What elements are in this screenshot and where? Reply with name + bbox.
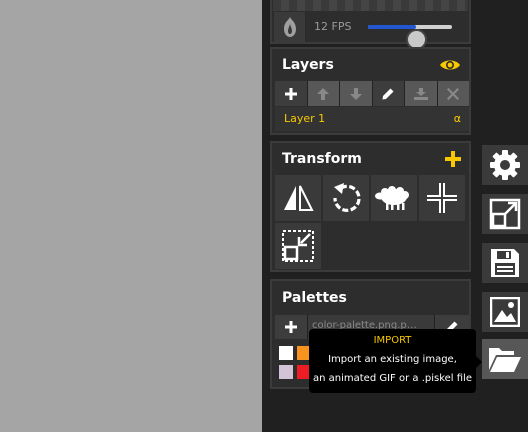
- layers-toolbar: [275, 81, 469, 106]
- import-tooltip: IMPORT Import an existing image, an anim…: [309, 329, 482, 393]
- fps-slider-fill: [368, 25, 416, 29]
- sheep-icon: [375, 186, 409, 210]
- image-icon: [490, 297, 520, 327]
- edit-layer-button[interactable]: [372, 81, 404, 106]
- flip-tool[interactable]: [275, 175, 321, 221]
- folder-open-icon: [489, 348, 521, 372]
- save-button[interactable]: [482, 243, 528, 283]
- tooltip-title: IMPORT: [373, 335, 412, 346]
- plus-icon[interactable]: [445, 151, 461, 167]
- center-tool[interactable]: [419, 175, 465, 221]
- settings-button[interactable]: [482, 145, 528, 185]
- close-icon: [447, 87, 460, 100]
- eye-icon[interactable]: [439, 58, 461, 72]
- resize-button[interactable]: [482, 194, 528, 234]
- arrow-up-icon: [317, 87, 330, 100]
- clone-tool[interactable]: [371, 175, 417, 221]
- onion-skin-button[interactable]: [274, 12, 306, 42]
- move-layer-down-button[interactable]: [340, 81, 372, 106]
- merge-layer-button[interactable]: [405, 81, 437, 106]
- merge-icon: [413, 87, 428, 100]
- preview-canvas: [273, 0, 468, 11]
- plus-icon: [284, 87, 297, 100]
- arrow-down-icon: [349, 87, 362, 100]
- crop-tool[interactable]: [275, 223, 321, 269]
- move-layer-up-button[interactable]: [307, 81, 339, 106]
- transform-title: Transform: [282, 151, 362, 167]
- palettes-title: Palettes: [282, 290, 347, 306]
- flip-icon: [284, 185, 314, 211]
- fps-slider[interactable]: [368, 25, 452, 50]
- rotate-tool[interactable]: [323, 175, 369, 221]
- drawing-canvas-area[interactable]: [0, 0, 262, 432]
- palette-swatch[interactable]: [279, 365, 293, 379]
- center-icon: [427, 183, 457, 213]
- add-layer-button[interactable]: [275, 81, 307, 106]
- export-button[interactable]: [482, 292, 528, 332]
- tooltip-line-1: Import an existing image,: [328, 354, 457, 365]
- layer-alpha-label[interactable]: α: [454, 112, 461, 125]
- pencil-icon: [382, 88, 394, 99]
- plus-icon: [285, 321, 297, 333]
- fps-label: 12 FPS: [314, 20, 352, 33]
- resize-icon: [489, 198, 521, 230]
- gear-icon: [490, 150, 520, 180]
- crop-icon: [282, 230, 314, 262]
- palette-swatch[interactable]: [279, 346, 293, 360]
- tooltip-line-2: an animated GIF or a .piskel file: [313, 373, 472, 384]
- floppy-disk-icon: [491, 249, 519, 277]
- onion-icon: [284, 17, 296, 37]
- animation-preview: 12 FPS: [270, 0, 471, 50]
- add-palette-button[interactable]: [275, 315, 307, 339]
- layer-item[interactable]: Layer 1 α: [275, 107, 469, 131]
- layers-panel: Layers Layer 1 α: [270, 47, 471, 135]
- fps-controls: 12 FPS: [272, 12, 469, 50]
- transform-panel: Transform: [270, 141, 471, 272]
- layer-name: Layer 1: [284, 112, 326, 125]
- layers-title: Layers: [282, 57, 334, 73]
- rotate-icon: [333, 183, 361, 212]
- delete-layer-button[interactable]: [437, 81, 469, 106]
- import-button[interactable]: [482, 339, 528, 379]
